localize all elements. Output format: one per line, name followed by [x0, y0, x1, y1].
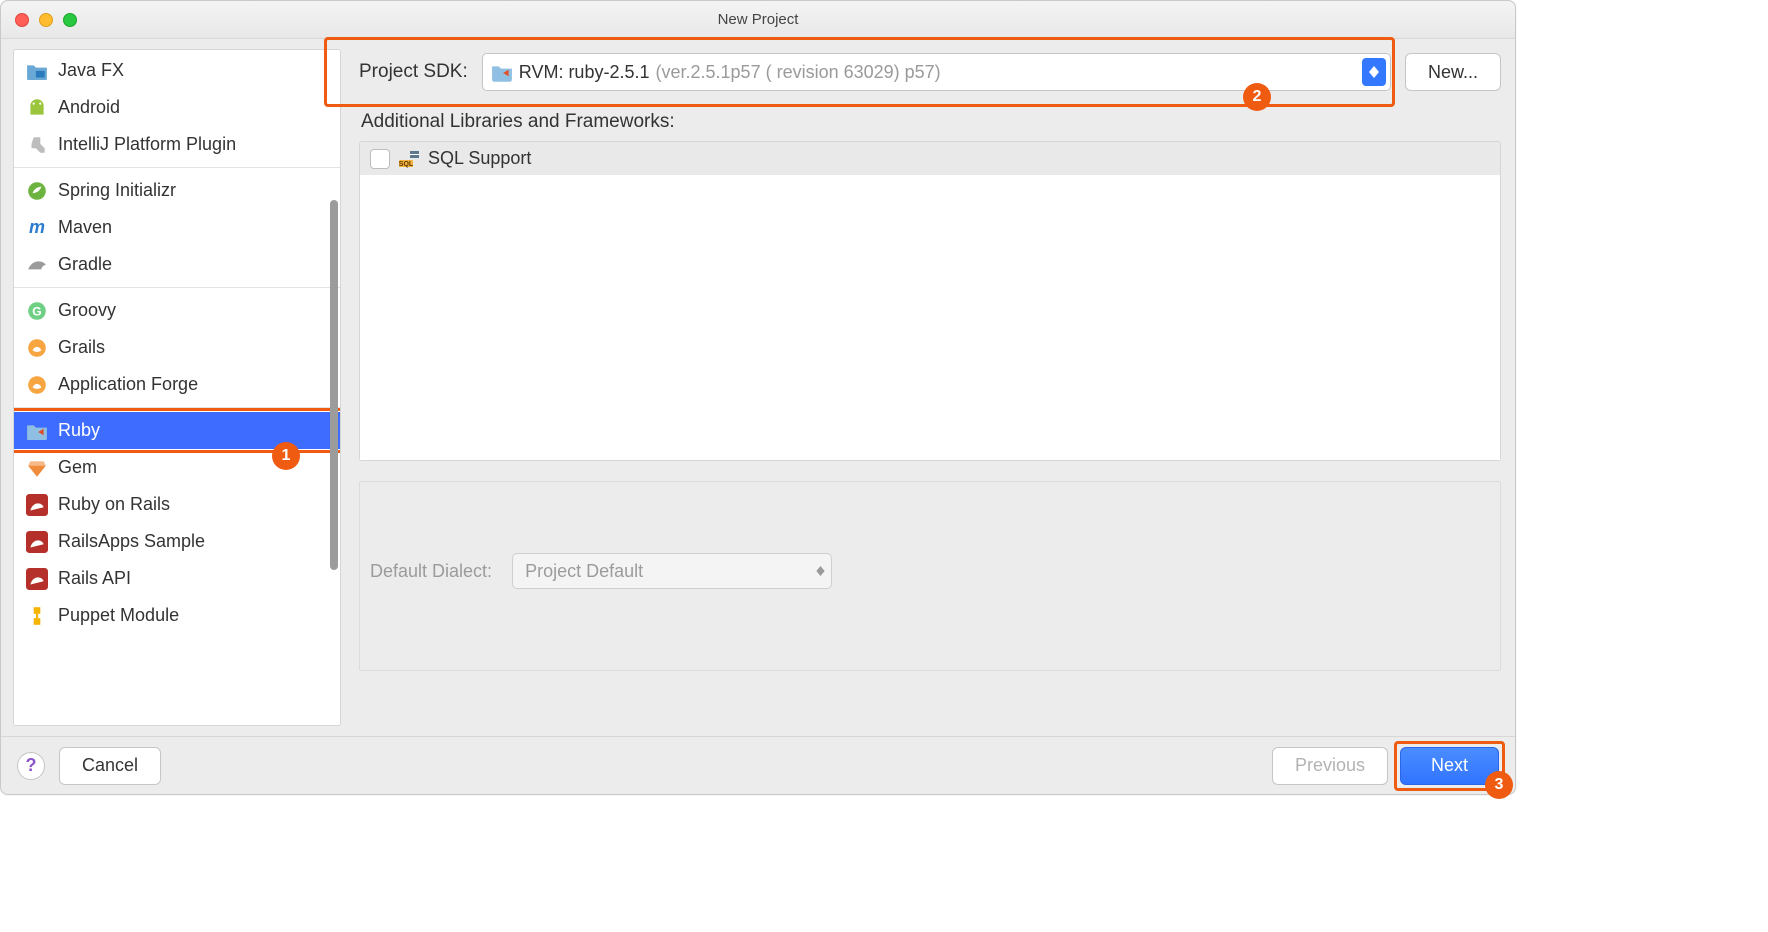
- scrollbar-thumb[interactable]: [330, 200, 338, 570]
- sidebar-item-ruby-on-rails[interactable]: Ruby on Rails: [14, 486, 340, 523]
- dropdown-arrows-icon: [816, 566, 825, 576]
- rails-icon: [26, 532, 48, 552]
- project-type-list[interactable]: Java FX Android IntelliJ Platform Plugin: [13, 49, 341, 726]
- grails-icon: [26, 375, 48, 395]
- svg-text:G: G: [32, 304, 41, 318]
- sidebar-item-railsapps-sample[interactable]: RailsApps Sample: [14, 523, 340, 560]
- sidebar-item-label: Gem: [58, 457, 97, 478]
- puppet-icon: [26, 606, 48, 626]
- dropdown-arrows-icon: [1362, 58, 1386, 86]
- sidebar-item-label: IntelliJ Platform Plugin: [58, 134, 236, 155]
- sidebar-divider: [14, 287, 340, 288]
- previous-button[interactable]: Previous: [1272, 747, 1388, 785]
- sidebar-item-label: Rails API: [58, 568, 131, 589]
- gradle-icon: [26, 255, 48, 275]
- sidebar-item-android[interactable]: Android: [14, 89, 340, 126]
- frameworks-list[interactable]: SQL SQL Support: [359, 141, 1501, 461]
- sidebar-item-puppet-module[interactable]: Puppet Module: [14, 597, 340, 634]
- dialog-footer: ? Cancel Previous Next 3: [1, 736, 1515, 794]
- window-title: New Project: [1, 11, 1515, 28]
- sidebar-item-label: Java FX: [58, 60, 124, 81]
- frameworks-label: Additional Libraries and Frameworks:: [361, 111, 1501, 133]
- sdk-label: Project SDK:: [359, 61, 468, 83]
- maven-icon: m: [26, 218, 48, 238]
- sidebar-item-spring[interactable]: Spring Initializr: [14, 172, 340, 209]
- sidebar-item-maven[interactable]: m Maven: [14, 209, 340, 246]
- next-button[interactable]: Next: [1400, 747, 1499, 785]
- intellij-plugin-icon: [26, 135, 48, 155]
- sidebar-item-label: Application Forge: [58, 374, 198, 395]
- sdk-dropdown[interactable]: RVM: ruby-2.5.1 (ver.2.5.1p57 ( revision…: [482, 53, 1391, 91]
- sidebar-item-label: Grails: [58, 337, 105, 358]
- new-sdk-button[interactable]: New...: [1405, 53, 1501, 91]
- folder-fx-icon: [26, 61, 48, 81]
- titlebar: New Project: [1, 1, 1515, 39]
- dialect-panel: Default Dialect: Project Default: [359, 481, 1501, 671]
- sdk-name: RVM: ruby-2.5.1: [519, 62, 650, 83]
- ruby-icon: [491, 62, 513, 82]
- cancel-button[interactable]: Cancel: [59, 747, 161, 785]
- sidebar-item-application-forge[interactable]: Application Forge: [14, 366, 340, 403]
- help-button[interactable]: ?: [17, 752, 45, 780]
- sidebar-item-label: Groovy: [58, 300, 116, 321]
- sidebar-divider: [14, 407, 340, 408]
- dialog-body: Java FX Android IntelliJ Platform Plugin: [1, 39, 1515, 736]
- groovy-icon: G: [26, 301, 48, 321]
- new-project-dialog: New Project Java FX Android: [0, 0, 1516, 795]
- ruby-icon: [26, 421, 48, 441]
- sidebar-item-gradle[interactable]: Gradle: [14, 246, 340, 283]
- android-icon: [26, 98, 48, 118]
- sidebar-item-label: Ruby on Rails: [58, 494, 170, 515]
- sidebar-item-grails[interactable]: Grails: [14, 329, 340, 366]
- sidebar-item-java-fx[interactable]: Java FX: [14, 52, 340, 89]
- sidebar-item-label: Puppet Module: [58, 605, 179, 626]
- svg-text:SQL: SQL: [399, 161, 414, 168]
- checkbox[interactable]: [370, 149, 390, 169]
- sidebar-item-label: RailsApps Sample: [58, 531, 205, 552]
- spring-icon: [26, 181, 48, 201]
- grails-icon: [26, 338, 48, 358]
- sidebar-item-ruby[interactable]: Ruby: [14, 412, 340, 449]
- sidebar-item-label: Android: [58, 97, 120, 118]
- sidebar-item-rails-api[interactable]: Rails API: [14, 560, 340, 597]
- sdk-version: (ver.2.5.1p57 ( revision 63029) p57): [656, 62, 941, 83]
- main-panel: Project SDK: RVM: ruby-2.5.1 (ver.2.5.1p…: [341, 39, 1515, 736]
- framework-label: SQL Support: [428, 148, 531, 169]
- sidebar-item-groovy[interactable]: G Groovy: [14, 292, 340, 329]
- sidebar-item-gem[interactable]: Gem: [14, 449, 340, 486]
- gem-icon: [26, 458, 48, 478]
- dialect-dropdown[interactable]: Project Default: [512, 553, 832, 589]
- sidebar-divider: [14, 167, 340, 168]
- dialect-label: Default Dialect:: [370, 561, 492, 582]
- sidebar-item-label: Gradle: [58, 254, 112, 275]
- rails-icon: [26, 569, 48, 589]
- sidebar-item-label: Ruby: [58, 420, 100, 441]
- project-type-list-inner: Java FX Android IntelliJ Platform Plugin: [14, 50, 340, 636]
- sql-icon: SQL: [398, 149, 420, 169]
- sidebar-item-label: Maven: [58, 217, 112, 238]
- framework-item-sql-support[interactable]: SQL SQL Support: [360, 142, 1500, 175]
- dialect-value: Project Default: [525, 561, 643, 582]
- rails-icon: [26, 495, 48, 515]
- sidebar-item-label: Spring Initializr: [58, 180, 176, 201]
- sidebar-item-intellij-plugin[interactable]: IntelliJ Platform Plugin: [14, 126, 340, 163]
- sdk-row: Project SDK: RVM: ruby-2.5.1 (ver.2.5.1p…: [359, 53, 1501, 91]
